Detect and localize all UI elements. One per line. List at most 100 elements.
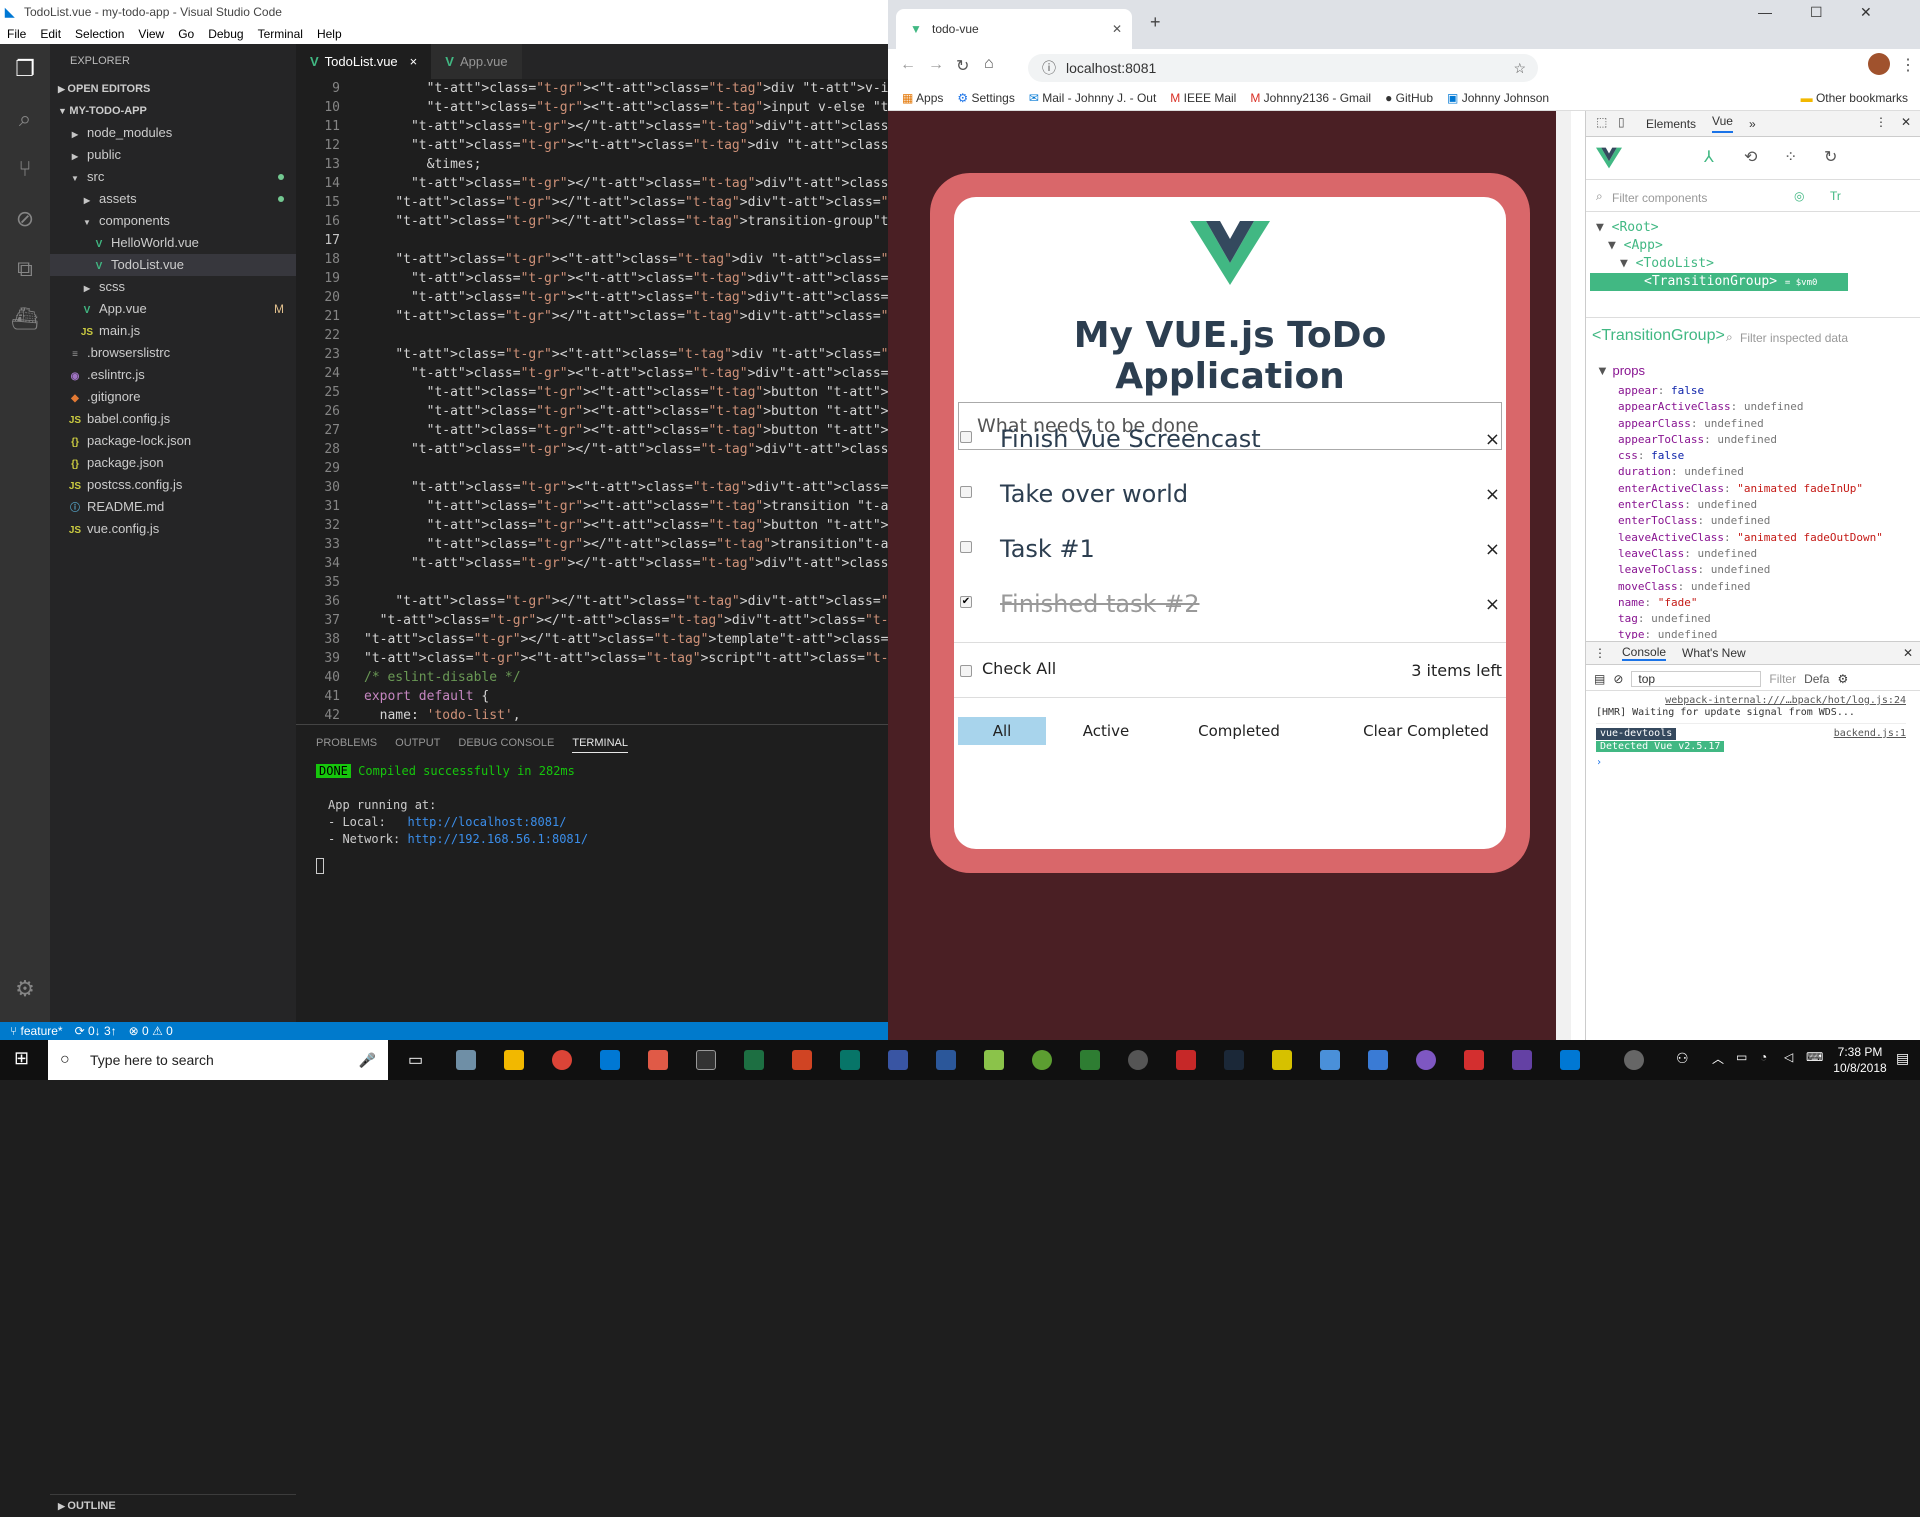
chrome-icon[interactable]: [552, 1050, 572, 1070]
components-icon[interactable]: ⅄: [1704, 147, 1714, 167]
code-line[interactable]: 16 "t-att">class="t-gr"></"t-att">class=…: [296, 212, 888, 231]
tab-debug-console[interactable]: DEBUG CONSOLE: [458, 737, 554, 753]
language-icon[interactable]: ⌨: [1806, 1050, 1823, 1064]
menu-edit[interactable]: Edit: [33, 24, 68, 44]
problems-indicator[interactable]: ⊗ 0 ⚠ 0: [129, 1022, 173, 1040]
prop-row[interactable]: enterClass: undefined: [1586, 497, 1906, 513]
close-tab-icon[interactable]: ✕: [1112, 9, 1122, 49]
code-line[interactable]: 9 "t-att">class="t-gr"><"t-att">class="t…: [296, 79, 888, 98]
network-url-link[interactable]: http://192.168.56.1:8081/: [407, 832, 588, 846]
tab-vue[interactable]: Vue: [1712, 114, 1733, 133]
todo-checkbox[interactable]: ✔: [960, 596, 972, 608]
gear-icon[interactable]: ⚙: [0, 964, 50, 1014]
console-filter-input[interactable]: Filter: [1769, 672, 1796, 686]
clock[interactable]: 7:38 PM 10/8/2018: [1830, 1044, 1890, 1076]
code-line[interactable]: 13 &times;: [296, 155, 888, 174]
tab-output[interactable]: OUTPUT: [395, 737, 440, 753]
file--browserslistrc[interactable]: ≡ .browserslistrc: [50, 342, 296, 364]
code-line[interactable]: 14 "t-att">class="t-gr"></"t-att">class=…: [296, 174, 888, 193]
app-icon[interactable]: [1320, 1050, 1340, 1070]
powerpoint-icon[interactable]: [792, 1050, 812, 1070]
code-line[interactable]: 34 "t-att">class="t-gr"></"t-att">class=…: [296, 554, 888, 573]
app-icon[interactable]: [1368, 1050, 1388, 1070]
history-icon[interactable]: ⟲: [1744, 147, 1757, 167]
remove-todo-button[interactable]: ×: [1485, 539, 1500, 560]
folder-components[interactable]: ▼ components: [50, 210, 296, 232]
vscode-taskbar-icon[interactable]: [1560, 1050, 1580, 1070]
tab-problems[interactable]: PROBLEMS: [316, 737, 377, 753]
project-section[interactable]: ▼ MY-TODO-APP: [50, 100, 296, 122]
avatar[interactable]: [1624, 1050, 1644, 1070]
code-line[interactable]: 42 name: 'todo-list',: [296, 706, 888, 724]
local-url-link[interactable]: http://localhost:8081/: [407, 815, 566, 829]
bookmark-ieee[interactable]: M IEEE Mail: [1170, 91, 1236, 105]
file--gitignore[interactable]: ◆ .gitignore: [50, 386, 296, 408]
minimize-icon[interactable]: —: [1758, 4, 1772, 20]
code-line[interactable]: 26 "t-att">class="t-gr"><"t-att">class="…: [296, 402, 888, 421]
excel-icon[interactable]: [744, 1050, 764, 1070]
folder-assets[interactable]: ▶ assets: [50, 188, 296, 210]
file-babel-config-js[interactable]: JS babel.config.js: [50, 408, 296, 430]
code-line[interactable]: 22: [296, 326, 888, 345]
store-icon[interactable]: [600, 1050, 620, 1070]
branch-indicator[interactable]: ⑂ feature*: [10, 1022, 63, 1040]
bookmark-mail[interactable]: ✉ Mail - Johnny J. - Out: [1029, 91, 1156, 105]
todo-checkbox[interactable]: [960, 486, 972, 498]
app-icon[interactable]: [1272, 1050, 1292, 1070]
info-icon[interactable]: ⓘ: [1042, 54, 1056, 82]
forward-icon[interactable]: →: [928, 56, 944, 74]
windows-start-icon[interactable]: ⊞: [14, 1048, 29, 1069]
other-bookmarks[interactable]: ▬ Other bookmarks: [1801, 91, 1908, 105]
tab-console[interactable]: Console: [1622, 645, 1667, 661]
filter-all-button[interactable]: All: [958, 717, 1046, 745]
context-selector[interactable]: top: [1631, 670, 1762, 687]
browser-tab[interactable]: ▼ todo-vue ✕: [896, 9, 1132, 49]
tree-node-app[interactable]: ▼ <App>: [1596, 237, 1916, 255]
todo-text[interactable]: Take over world: [1000, 480, 1188, 508]
tray-chevron-icon[interactable]: ︿: [1712, 1050, 1724, 1067]
tab-whats-new[interactable]: What's New: [1682, 646, 1746, 660]
sidebar-toggle-icon[interactable]: ▤: [1594, 672, 1605, 686]
todo-checkbox[interactable]: [960, 431, 972, 443]
props-section[interactable]: ▼ props: [1596, 363, 1645, 378]
close-drawer-icon[interactable]: ✕: [1903, 646, 1913, 660]
volume-icon[interactable]: ◁: [1784, 1050, 1793, 1064]
file-todolist-vue[interactable]: V TodoList.vue: [50, 254, 296, 276]
code-line[interactable]: 37 "t-att">class="t-gr"></"t-att">class=…: [296, 611, 888, 630]
code-line[interactable]: 24 "t-att">class="t-gr"><"t-att">class="…: [296, 364, 888, 383]
clear-completed-button[interactable]: Clear Completed: [1356, 717, 1496, 745]
levels-dropdown[interactable]: Defa: [1804, 672, 1829, 686]
code-line[interactable]: 36 "t-att">class="t-gr"></"t-att">class=…: [296, 592, 888, 611]
prop-row[interactable]: name: "fade": [1586, 595, 1906, 611]
prop-row[interactable]: enterToClass: undefined: [1586, 513, 1906, 529]
folder-public[interactable]: ▶ public: [50, 144, 296, 166]
docker-icon[interactable]: ⛴: [0, 294, 50, 344]
todo-checkbox[interactable]: [960, 541, 972, 553]
code-line[interactable]: 31 "t-att">class="t-gr"><"t-att">class="…: [296, 497, 888, 516]
code-editor[interactable]: 9 "t-att">class="t-gr"><"t-att">class="t…: [296, 79, 888, 724]
drawer-menu-icon[interactable]: ⋮: [1594, 646, 1606, 660]
prop-row[interactable]: leaveToClass: undefined: [1586, 562, 1906, 578]
gear-icon[interactable]: ⚙: [1837, 672, 1848, 686]
maximize-icon[interactable]: ☐: [1810, 4, 1823, 21]
prop-row[interactable]: leaveClass: undefined: [1586, 546, 1906, 562]
tab-terminal[interactable]: TERMINAL: [572, 737, 628, 753]
menu-file[interactable]: File: [0, 24, 33, 44]
app-icon[interactable]: [1176, 1050, 1196, 1070]
search-icon[interactable]: ⌕: [0, 94, 50, 144]
prop-row[interactable]: appearActiveClass: undefined: [1586, 399, 1906, 415]
avatar[interactable]: [1868, 53, 1890, 75]
bookmark-github[interactable]: ● GitHub: [1385, 91, 1433, 105]
file-vue-config-js[interactable]: JS vue.config.js: [50, 518, 296, 540]
page-scrollbar[interactable]: [1556, 111, 1571, 1040]
menu-debug[interactable]: Debug: [201, 24, 250, 44]
tab-todolist[interactable]: V TodoList.vue ×: [296, 44, 432, 79]
battery-icon[interactable]: ▭: [1736, 1050, 1747, 1064]
chrome-menu-icon[interactable]: ⋮: [1900, 55, 1916, 75]
notepad-icon[interactable]: [984, 1050, 1004, 1070]
prop-row[interactable]: enterActiveClass: "animated fadeInUp": [1586, 481, 1906, 497]
format-icon[interactable]: Tr: [1830, 189, 1841, 203]
remove-todo-button[interactable]: ×: [1485, 429, 1500, 450]
todo-text[interactable]: Finished task #2: [1000, 590, 1199, 618]
code-line[interactable]: 28 "t-att">class="t-gr"></"t-att">class=…: [296, 440, 888, 459]
